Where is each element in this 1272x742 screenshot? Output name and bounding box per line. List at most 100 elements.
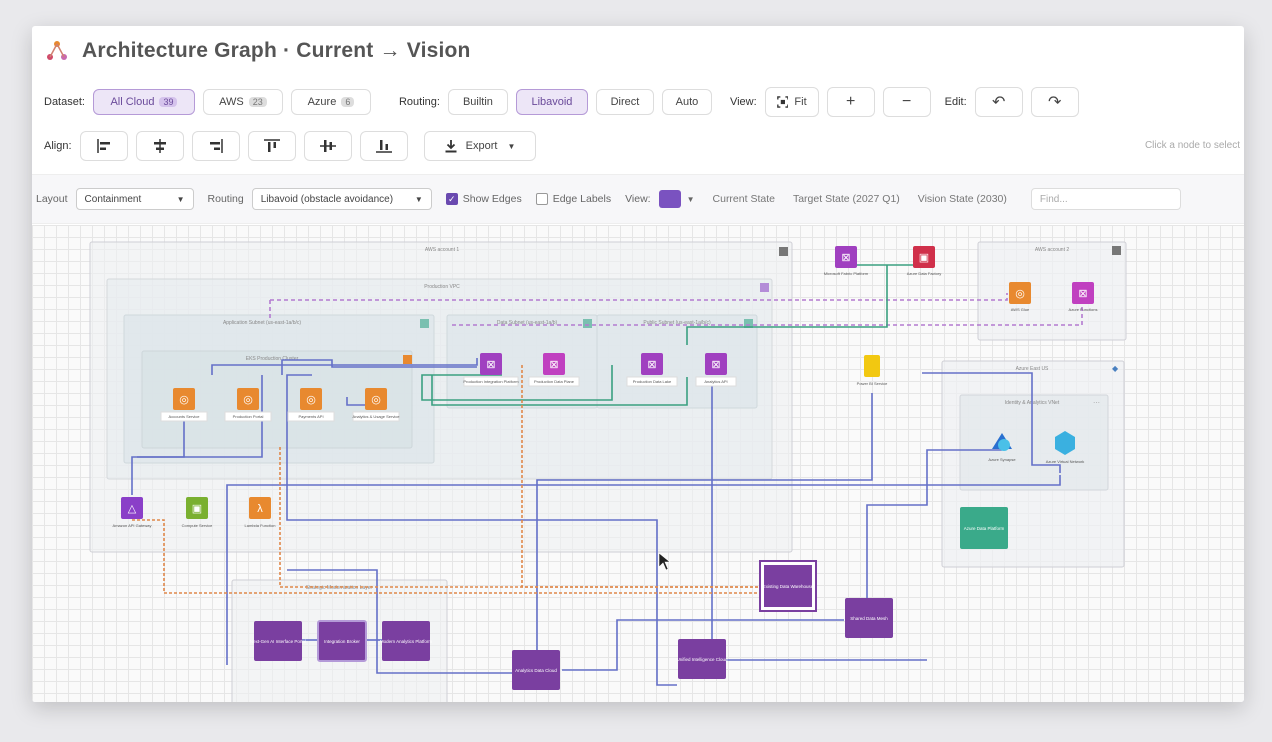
service-node[interactable]: Power BI Service	[857, 355, 888, 386]
group-public-subnet[interactable]: Public Subnet (us-east-1a/b/c)	[596, 314, 758, 409]
edit-label: Edit:	[944, 96, 967, 108]
align-top-button[interactable]	[247, 131, 296, 161]
box-label: Analytics Data Cloud	[515, 668, 557, 673]
undo-button[interactable]: ↶	[974, 87, 1023, 117]
service-node[interactable]: ⊠ Azure Functions	[1069, 282, 1098, 312]
group-label: Data Subnet (us-east-1a/b)	[497, 320, 558, 326]
group-identity-vnet[interactable]: Identity & Analytics VNet ⋯	[959, 394, 1109, 491]
align-label: Align:	[44, 140, 72, 152]
dataset-all-cloud-count: 39	[159, 97, 178, 107]
layout-label: Layout	[36, 193, 68, 205]
state-tab-target[interactable]: Target State (2027 Q1)	[793, 193, 900, 205]
node-label: Power BI Service	[857, 381, 888, 386]
svg-text:▣: ▣	[192, 503, 202, 515]
align-middle-icon	[319, 140, 336, 152]
routing-auto-button[interactable]: Auto	[661, 89, 712, 115]
group-label: Production VPC	[424, 284, 460, 290]
title-bar: Architecture Graph · Current → Vision	[32, 26, 1244, 76]
routing-select[interactable]: Libavoid (obstacle avoidance) ▼	[251, 188, 432, 210]
redo-button[interactable]: ↷	[1030, 87, 1079, 117]
routing-libavoid-button[interactable]: Libavoid	[515, 89, 588, 115]
group-data-subnet[interactable]: Data Subnet (us-east-1a/b)	[446, 314, 598, 409]
dataset-aws-label: AWS	[219, 96, 244, 108]
service-box[interactable]: Azure Data Platform	[960, 507, 1008, 549]
node-label: Production Data Plane	[534, 379, 575, 384]
service-box[interactable]: Integration Broker	[317, 620, 367, 662]
dataset-azure-label: Azure	[307, 96, 337, 108]
architecture-graph[interactable]: AWS account 1 Production VPC Application…	[32, 225, 1244, 702]
align-right-button[interactable]	[191, 131, 240, 161]
group-label: Application Subnet (us-east-1a/b/c)	[223, 320, 301, 326]
align-left-button[interactable]	[79, 131, 128, 161]
node-label: Analytics API	[704, 379, 727, 384]
find-input[interactable]: Find...	[1030, 188, 1181, 210]
group-label: Azure East US	[1016, 366, 1049, 372]
box-label: Modern Analytics Platform	[380, 639, 433, 644]
node-label: AWS Glue	[1011, 307, 1030, 312]
svg-text:◎: ◎	[243, 394, 253, 406]
svg-text:◎: ◎	[1015, 288, 1025, 300]
svg-text:◎: ◎	[306, 394, 316, 406]
service-box[interactable]: Next-Gen AI Interface Portal	[250, 621, 306, 661]
service-box[interactable]: Shared Data Mesh	[845, 598, 893, 638]
subnet-icon	[583, 319, 592, 328]
service-node[interactable]: ⊠ Microsoft Fabric Platform	[824, 246, 869, 276]
fit-label: Fit	[794, 96, 807, 108]
align-middle-button[interactable]	[303, 131, 352, 161]
box-label: Shared Data Mesh	[850, 616, 888, 621]
edge-labels-toggle[interactable]: Edge Labels	[535, 193, 612, 205]
zoom-out-button[interactable]: −	[882, 87, 931, 117]
edge-labels-label: Edge Labels	[552, 193, 612, 205]
checkbox-checked-icon: ✓	[445, 193, 458, 205]
graph-canvas[interactable]: AWS account 1 Production VPC Application…	[32, 225, 1244, 702]
svg-text:⊠: ⊠	[711, 359, 720, 371]
node-label: Azure Functions	[1069, 307, 1098, 312]
minus-icon: −	[901, 93, 912, 110]
fit-button[interactable]: Fit	[764, 87, 819, 117]
node-label: Azure Data Platform	[964, 526, 1005, 531]
dataset-azure-button[interactable]: Azure 6	[290, 89, 371, 115]
node-label: Production Portal	[233, 414, 264, 419]
align-bottom-icon	[375, 140, 392, 153]
group-label: AWS account 2	[1035, 247, 1069, 253]
layout-select[interactable]: Containment ▼	[75, 188, 194, 210]
app-window: Architecture Graph · Current → Vision Da…	[32, 26, 1244, 702]
routing-builtin-button[interactable]: Builtin	[447, 89, 508, 115]
service-box[interactable]: Existing Data Warehouse	[759, 560, 817, 612]
graph-options-bar: Layout Containment ▼ Routing Libavoid (o…	[32, 174, 1244, 224]
service-box[interactable]: Unified Intelligence Cloud	[676, 639, 728, 679]
service-box[interactable]: Analytics Data Cloud	[512, 650, 560, 690]
service-node[interactable]: ▣ Azure Data Factory	[907, 246, 941, 276]
chevron-down-icon[interactable]: ▼	[687, 195, 695, 204]
service-node[interactable]: λ Lambda Function	[245, 497, 276, 528]
app-logo-icon	[47, 41, 67, 60]
service-node[interactable]: ◎ AWS Glue	[1009, 282, 1031, 312]
download-icon	[445, 140, 457, 153]
svg-text:⊠: ⊠	[549, 359, 558, 371]
dataset-azure-count: 6	[341, 97, 355, 107]
node-label: Compute Service	[182, 523, 213, 528]
layout-select-value: Containment	[84, 193, 142, 205]
zoom-in-button[interactable]: +	[826, 87, 875, 117]
group-label: AWS account 1	[425, 247, 459, 253]
state-tab-current[interactable]: Current State	[713, 193, 775, 205]
chevron-down-icon: ▼	[507, 141, 516, 151]
plus-icon: +	[845, 93, 856, 110]
align-top-icon	[263, 139, 280, 152]
service-box[interactable]: Modern Analytics Platform	[380, 621, 433, 661]
dataset-aws-button[interactable]: AWS 23	[202, 89, 283, 115]
routing-direct-button[interactable]: Direct	[595, 89, 654, 115]
view-mode-label: View:	[625, 193, 651, 205]
group-aws-icon	[779, 247, 788, 256]
align-bottom-button[interactable]	[359, 131, 408, 161]
show-edges-toggle[interactable]: ✓ Show Edges	[445, 193, 522, 205]
state-tab-vision[interactable]: Vision State (2030)	[918, 193, 1007, 205]
align-center-h-button[interactable]	[135, 131, 184, 161]
view-mode-swatch[interactable]	[658, 190, 681, 208]
export-button[interactable]: Export ▼	[423, 131, 536, 161]
node-label: Microsoft Fabric Platform	[824, 271, 869, 276]
svg-text:λ: λ	[257, 503, 263, 515]
dataset-all-cloud-button[interactable]: All Cloud 39	[92, 89, 195, 115]
chevron-down-icon: ▼	[414, 194, 423, 204]
group-label: Strategic Modernization Layer	[306, 585, 373, 591]
